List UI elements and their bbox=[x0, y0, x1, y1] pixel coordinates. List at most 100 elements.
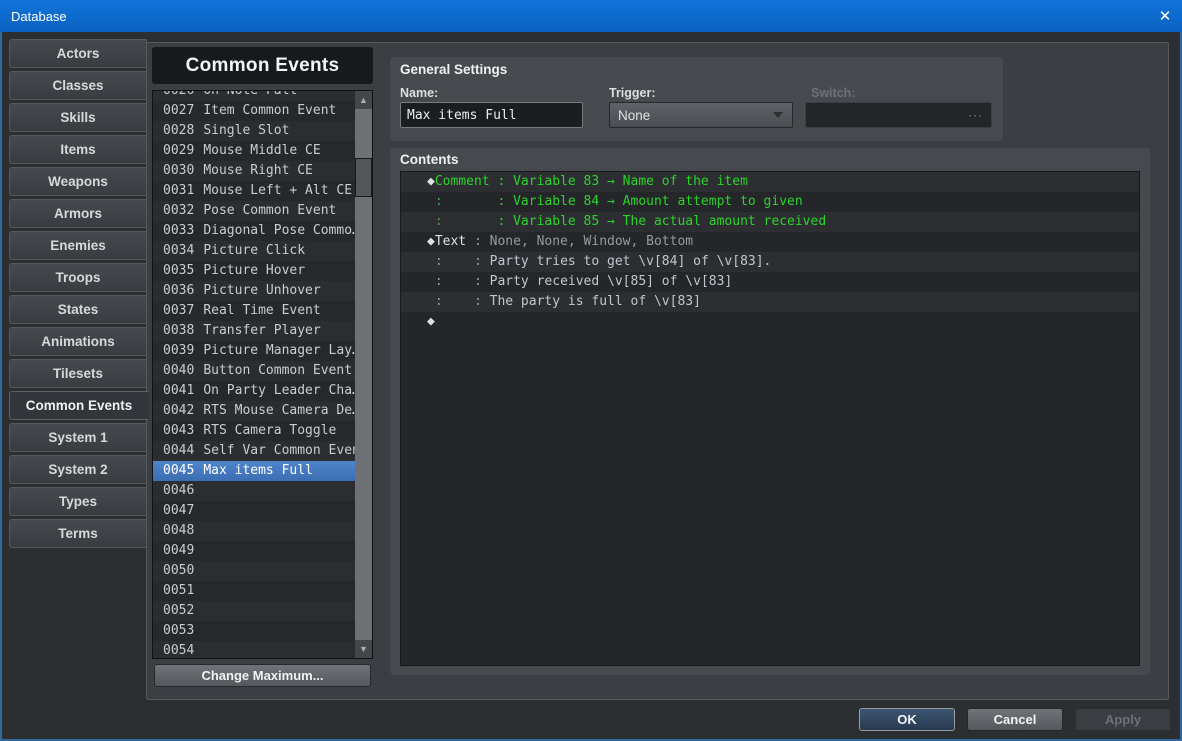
event-id: 0031 bbox=[163, 183, 195, 198]
scroll-down-icon[interactable]: ▼ bbox=[355, 640, 372, 658]
command-text-segment: ◆ bbox=[427, 314, 435, 329]
event-list-item[interactable]: 0044 Self Var Common Event bbox=[153, 441, 372, 461]
event-list-item[interactable]: 0049 bbox=[153, 541, 372, 561]
event-list-item[interactable]: 0043 RTS Camera Toggle bbox=[153, 421, 372, 441]
event-list-item[interactable]: 0030 Mouse Right CE bbox=[153, 161, 372, 181]
event-list-item[interactable]: 0052 bbox=[153, 601, 372, 621]
title-bar[interactable]: Database ✕ bbox=[0, 0, 1182, 32]
event-name: On Note Fall bbox=[203, 90, 298, 98]
sidebar-item-classes[interactable]: Classes bbox=[9, 71, 147, 100]
sidebar-item-enemies[interactable]: Enemies bbox=[9, 231, 147, 260]
event-id: 0026 bbox=[163, 90, 195, 98]
event-list-item[interactable]: 0027 Item Common Event bbox=[153, 101, 372, 121]
event-command-line[interactable]: : : Party tries to get \v[84] of \v[83]. bbox=[401, 252, 1139, 272]
event-list-item[interactable]: 0036 Picture Unhover bbox=[153, 281, 372, 301]
database-dialog: Database ✕ Actors Classes Skills Items Weapo… bbox=[0, 0, 1182, 741]
event-command-line[interactable]: ◆Comment : Variable 83 → Name of the ite… bbox=[401, 172, 1139, 192]
event-id: 0051 bbox=[163, 583, 195, 598]
event-list-item[interactable]: 0034 Picture Click bbox=[153, 241, 372, 261]
sidebar-item-common-events[interactable]: Common Events bbox=[9, 391, 149, 420]
event-list-item[interactable]: 0054 bbox=[153, 641, 372, 658]
contents-title: Contents bbox=[400, 152, 459, 167]
event-list-item[interactable]: 0035 Picture Hover bbox=[153, 261, 372, 281]
cancel-button[interactable]: Cancel bbox=[967, 708, 1063, 731]
trigger-dropdown[interactable]: None bbox=[609, 102, 793, 128]
sidebar-item-types[interactable]: Types bbox=[9, 487, 147, 516]
event-list-item[interactable]: 0046 bbox=[153, 481, 372, 501]
event-list-item[interactable]: 0045 Max items Full bbox=[153, 461, 372, 481]
event-command-line[interactable]: ◆ bbox=[401, 312, 1139, 332]
command-text-segment: : None, None, Window, Bottom bbox=[466, 234, 694, 249]
sidebar-item-actors[interactable]: Actors bbox=[9, 39, 147, 68]
event-list-item[interactable]: 0050 bbox=[153, 561, 372, 581]
sidebar-item-skills[interactable]: Skills bbox=[9, 103, 147, 132]
event-list-item[interactable]: 0037 Real Time Event bbox=[153, 301, 372, 321]
window-border-left bbox=[0, 32, 2, 741]
event-list-item[interactable]: 0042 RTS Mouse Camera De… bbox=[153, 401, 372, 421]
event-list-item[interactable]: 0038 Transfer Player bbox=[153, 321, 372, 341]
ok-button[interactable]: OK bbox=[859, 708, 955, 731]
event-list-item[interactable]: 0028 Single Slot bbox=[153, 121, 372, 141]
sidebar-item-items[interactable]: Items bbox=[9, 135, 147, 164]
event-list-item[interactable]: 0026 On Note Fall bbox=[153, 90, 372, 101]
event-id: 0027 bbox=[163, 103, 195, 118]
scrollbar-thumb[interactable] bbox=[355, 158, 372, 197]
event-command-line[interactable]: : : Variable 84 → Amount attempt to give… bbox=[401, 192, 1139, 212]
event-id: 0038 bbox=[163, 323, 195, 338]
event-command-line[interactable]: ◆Text : None, None, Window, Bottom bbox=[401, 232, 1139, 252]
event-list-item[interactable]: 0048 bbox=[153, 521, 372, 541]
close-icon[interactable]: ✕ bbox=[1148, 7, 1182, 25]
event-command-line[interactable]: : : The party is full of \v[83] bbox=[401, 292, 1139, 312]
event-list-item[interactable]: 0051 bbox=[153, 581, 372, 601]
switch-label: Switch: bbox=[811, 86, 856, 100]
event-list-item[interactable]: 0041 On Party Leader Cha… bbox=[153, 381, 372, 401]
scrollbar[interactable]: ▲ ▼ bbox=[355, 91, 372, 658]
event-list-item[interactable]: 0032 Pose Common Event bbox=[153, 201, 372, 221]
sidebar-item-system-1[interactable]: System 1 bbox=[9, 423, 147, 452]
sidebar-item-system-2[interactable]: System 2 bbox=[9, 455, 147, 484]
event-list-item[interactable]: 0053 bbox=[153, 621, 372, 641]
command-text-segment: : Variable 85 → The actual amount receiv… bbox=[442, 214, 827, 229]
event-list-item[interactable]: 0039 Picture Manager Lay… bbox=[153, 341, 372, 361]
event-id: 0033 bbox=[163, 223, 195, 238]
event-id: 0043 bbox=[163, 423, 195, 438]
sidebar-item-troops[interactable]: Troops bbox=[9, 263, 147, 292]
scroll-up-icon[interactable]: ▲ bbox=[355, 91, 372, 109]
event-name: Mouse Middle CE bbox=[203, 143, 321, 158]
event-id: 0046 bbox=[163, 483, 195, 498]
event-list-item[interactable]: 0031 Mouse Left + Alt CE bbox=[153, 181, 372, 201]
event-command-line[interactable]: : : Variable 85 → The actual amount rece… bbox=[401, 212, 1139, 232]
general-settings-panel: General Settings Name: Trigger: None Swi… bbox=[390, 57, 1003, 141]
event-name: Mouse Right CE bbox=[203, 163, 313, 178]
event-name: Real Time Event bbox=[203, 303, 321, 318]
sidebar-item-weapons[interactable]: Weapons bbox=[9, 167, 147, 196]
event-list-item[interactable]: 0033 Diagonal Pose Commo… bbox=[153, 221, 372, 241]
event-command-line[interactable]: : : Party received \v[85] of \v[83] bbox=[401, 272, 1139, 292]
sidebar-item-animations[interactable]: Animations bbox=[9, 327, 147, 356]
event-command-list[interactable]: ◆Comment : Variable 83 → Name of the ite… bbox=[400, 171, 1140, 666]
event-name: Single Slot bbox=[203, 123, 290, 138]
common-events-list[interactable]: 0026 On Note Fall 0027 Item Common Event 002… bbox=[152, 90, 373, 659]
name-input[interactable] bbox=[400, 102, 583, 128]
command-text-segment: ◆ bbox=[427, 174, 435, 189]
event-id: 0049 bbox=[163, 543, 195, 558]
event-id: 0050 bbox=[163, 563, 195, 578]
event-list-item[interactable]: 0029 Mouse Middle CE bbox=[153, 141, 372, 161]
change-maximum-button[interactable]: Change Maximum... bbox=[154, 664, 371, 687]
event-name: RTS Mouse Camera De… bbox=[203, 403, 360, 418]
sidebar-item-tilesets[interactable]: Tilesets bbox=[9, 359, 147, 388]
event-list-item[interactable]: 0047 bbox=[153, 501, 372, 521]
event-id: 0045 bbox=[163, 463, 195, 478]
event-list-item[interactable]: 0040 Button Common Event K bbox=[153, 361, 372, 381]
category-tabs: Actors Classes Skills Items Weapons Armors Ene… bbox=[9, 39, 149, 551]
command-text-segment: Comment : Variable 83 → Name of the item bbox=[434, 174, 748, 189]
sidebar-item-armors[interactable]: Armors bbox=[9, 199, 147, 228]
event-name: Button Common Event K bbox=[203, 363, 368, 378]
chevron-down-icon bbox=[773, 112, 783, 123]
event-name: Mouse Left + Alt CE bbox=[203, 183, 353, 198]
event-id: 0029 bbox=[163, 143, 195, 158]
command-text-segment: Text bbox=[434, 234, 467, 249]
event-name: Pose Common Event bbox=[203, 203, 337, 218]
sidebar-item-terms[interactable]: Terms bbox=[9, 519, 147, 548]
sidebar-item-states[interactable]: States bbox=[9, 295, 147, 324]
